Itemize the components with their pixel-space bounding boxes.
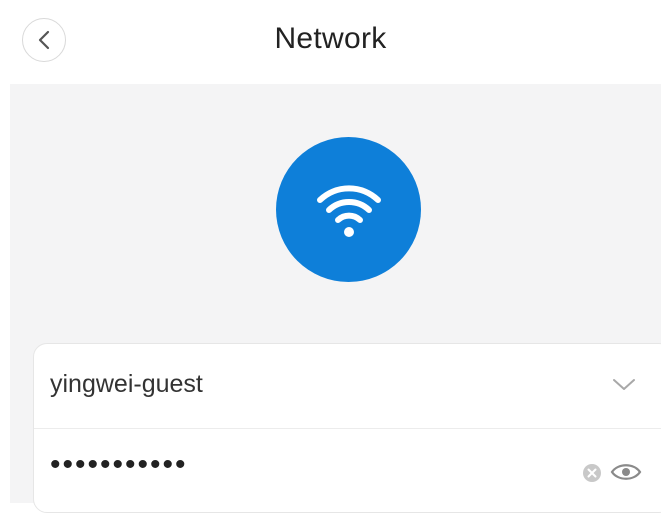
wifi-badge xyxy=(276,137,421,282)
chevron-down-icon[interactable] xyxy=(611,374,637,394)
wifi-form-card: yingwei-guest ••••••••••• xyxy=(33,343,661,513)
password-value[interactable]: ••••••••••• xyxy=(50,448,188,482)
clear-icon[interactable] xyxy=(582,463,602,483)
ssid-select[interactable]: yingwei-guest xyxy=(34,344,661,429)
ssid-value: yingwei-guest xyxy=(50,370,203,398)
password-field[interactable]: ••••••••••• xyxy=(34,428,661,512)
main-content: yingwei-guest ••••••••••• xyxy=(10,84,661,513)
page-title: Network xyxy=(274,22,387,55)
wifi-icon xyxy=(316,184,381,237)
eye-icon[interactable] xyxy=(610,461,642,483)
header-bar: Network xyxy=(0,0,661,84)
